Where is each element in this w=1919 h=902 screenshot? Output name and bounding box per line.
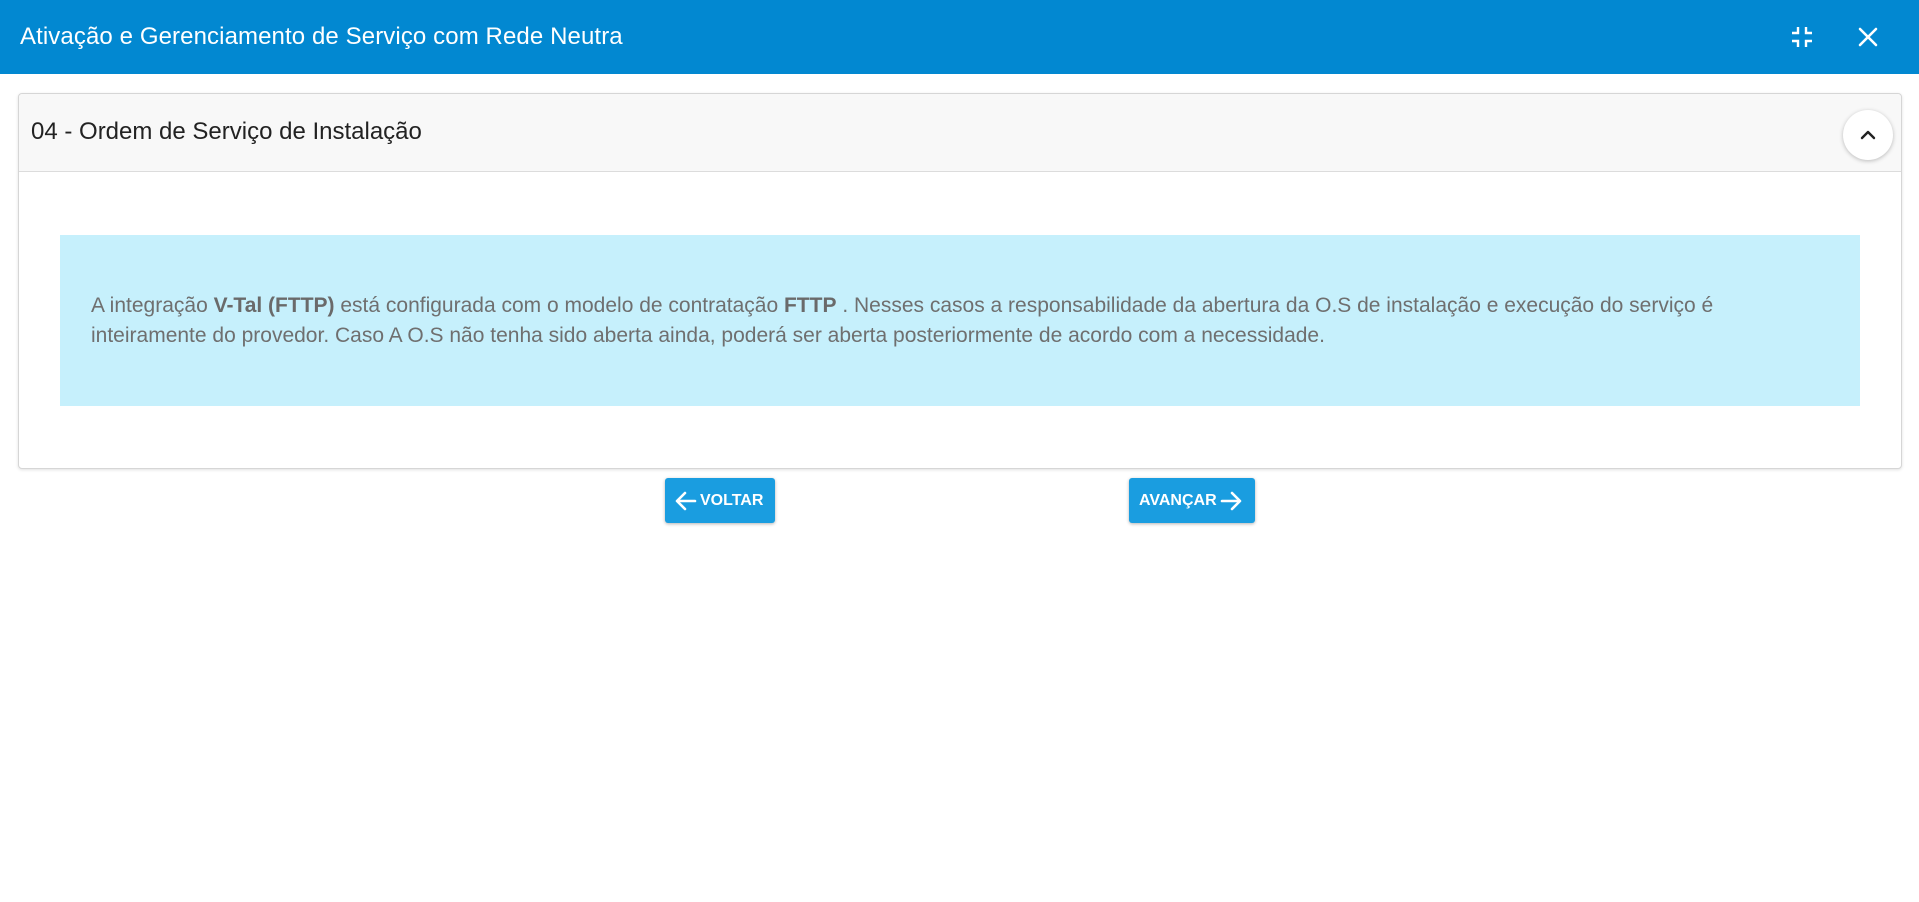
arrow-left-icon: [675, 491, 697, 510]
collapse-button[interactable]: [1843, 110, 1893, 160]
arrow-right-icon: [1220, 491, 1241, 510]
close-button[interactable]: [1850, 19, 1886, 55]
back-button-label: VOLTAR: [700, 491, 764, 509]
step-title: 04 - Ordem de Serviço de Instalação: [31, 118, 422, 145]
close-icon: [1858, 27, 1878, 47]
window-title: Ativação e Gerenciamento de Serviço com …: [20, 23, 623, 50]
contract-model: FTTP: [783, 294, 837, 317]
next-button-label: AVANÇAR: [1139, 491, 1217, 509]
minimize-button[interactable]: [1784, 19, 1820, 55]
info-text-part1: A integração: [91, 294, 214, 317]
integration-name: V-Tal (FTTP): [213, 294, 335, 317]
info-text-part2: está configurada com o modelo de contrat…: [334, 294, 784, 317]
back-button[interactable]: VOLTAR: [665, 478, 775, 523]
compress-icon: [1792, 27, 1812, 47]
window-titlebar: Ativação e Gerenciamento de Serviço com …: [0, 0, 1919, 74]
chevron-up-icon: [1860, 130, 1876, 140]
next-button[interactable]: AVANÇAR: [1129, 478, 1255, 523]
step-panel-header[interactable]: 04 - Ordem de Serviço de Instalação: [19, 94, 1901, 172]
info-alert: A integração V-Tal (FTTP) está configura…: [60, 235, 1860, 406]
step-panel: 04 - Ordem de Serviço de Instalação A in…: [18, 93, 1902, 469]
